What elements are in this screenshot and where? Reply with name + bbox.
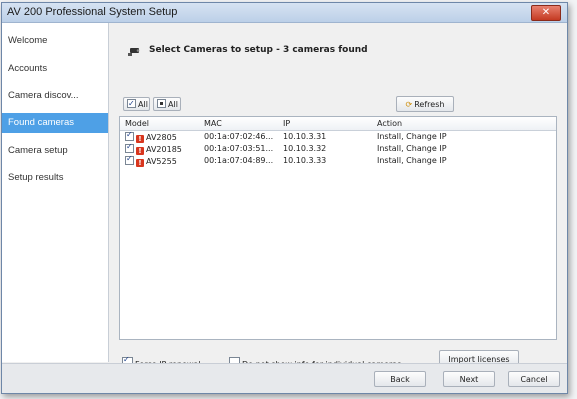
select-all-label: All [138, 100, 148, 109]
sidebar-item-accounts[interactable]: Accounts [2, 59, 108, 79]
select-all-button[interactable]: All [123, 97, 150, 111]
column-header-mac[interactable]: MAC [204, 119, 222, 128]
row-checkbox[interactable] [125, 142, 134, 153]
refresh-icon: ⟳ [405, 100, 413, 109]
camera-table: Model MAC IP Action !AV2805 00:1a:07:02:… [119, 116, 557, 340]
setup-window: AV 200 Professional System Setup ✕ Welco… [1, 2, 568, 394]
select-all-mode-label: All [168, 100, 178, 109]
wizard-footer: Back Next Cancel [2, 363, 567, 393]
warning-icon: ! [136, 159, 144, 167]
sidebar-item-setup-results[interactable]: Setup results [2, 168, 108, 188]
table-row[interactable]: !AV20185 00:1a:07:03:51... 10.10.3.32 In… [120, 142, 556, 155]
sidebar-item-camera-setup[interactable]: Camera setup [2, 141, 108, 161]
row-mac: 00:1a:07:04:89... [204, 156, 274, 165]
next-button[interactable]: Next [443, 371, 495, 387]
table-row[interactable]: !AV5255 00:1a:07:04:89... 10.10.3.33 Ins… [120, 154, 556, 167]
row-action: Install, Change IP [377, 156, 447, 165]
row-checkbox[interactable] [125, 130, 134, 141]
refresh-label: Refresh [414, 100, 445, 109]
sidebar-item-welcome[interactable]: Welcome [2, 31, 108, 51]
window-title: AV 200 Professional System Setup [7, 6, 178, 18]
select-all-mode-button[interactable]: All [153, 97, 181, 111]
warning-icon: ! [136, 135, 144, 143]
row-ip: 10.10.3.32 [283, 144, 327, 153]
main-panel: Select Cameras to setup - 3 cameras foun… [109, 23, 565, 369]
row-ip: 10.10.3.31 [283, 132, 327, 141]
row-mac: 00:1a:07:02:46... [204, 132, 274, 141]
back-button[interactable]: Back [374, 371, 426, 387]
cancel-button[interactable]: Cancel [508, 371, 560, 387]
column-header-ip[interactable]: IP [283, 119, 290, 128]
title-bar: AV 200 Professional System Setup ✕ [2, 3, 567, 23]
row-action: Install, Change IP [377, 144, 447, 153]
close-button[interactable]: ✕ [531, 5, 561, 21]
table-header: Model MAC IP Action [120, 117, 556, 131]
row-action: Install, Change IP [377, 132, 447, 141]
sidebar-item-camera-discovery[interactable]: Camera discov... [2, 86, 108, 106]
column-header-action[interactable]: Action [377, 119, 402, 128]
row-model: AV5255 [146, 157, 177, 166]
checkbox-icon [127, 97, 136, 111]
column-header-model[interactable]: Model [125, 119, 149, 128]
table-row[interactable]: !AV2805 00:1a:07:02:46... 10.10.3.31 Ins… [120, 130, 556, 143]
wizard-sidebar: Welcome Accounts Camera discov... Found … [2, 23, 109, 362]
row-checkbox[interactable] [125, 154, 134, 165]
row-mac: 00:1a:07:03:51... [204, 144, 274, 153]
camera-icon [128, 48, 140, 56]
row-model: AV20185 [146, 145, 182, 154]
page-heading: Select Cameras to setup - 3 cameras foun… [149, 45, 368, 55]
refresh-button[interactable]: ⟳ Refresh [396, 96, 454, 112]
sidebar-item-found-cameras[interactable]: Found cameras [2, 113, 108, 133]
warning-icon: ! [136, 147, 144, 155]
row-model: AV2805 [146, 133, 177, 142]
checkbox-mixed-icon [157, 99, 166, 108]
row-ip: 10.10.3.33 [283, 156, 327, 165]
